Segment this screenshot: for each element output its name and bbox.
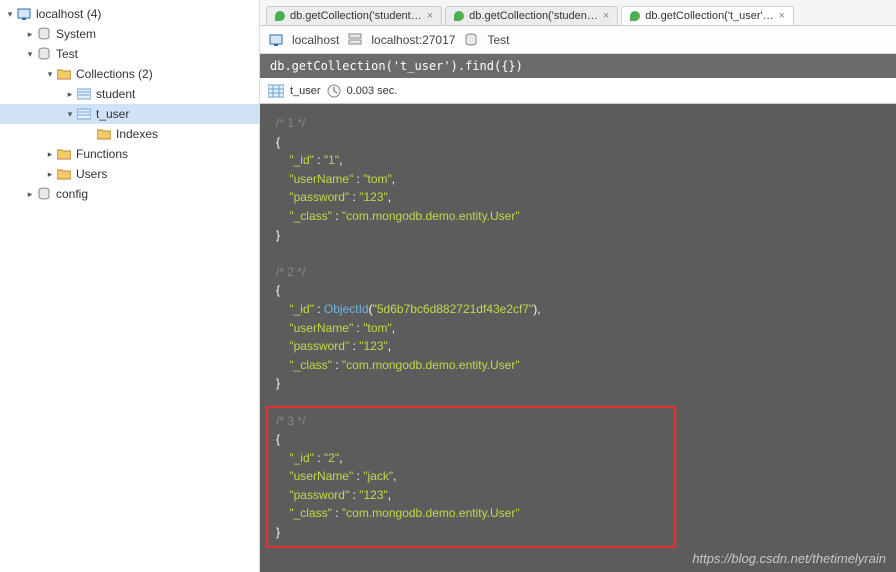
tree-label: student [96,87,135,101]
connection-tree: ▾ localhost (4) ▸ System ▾ Test ▾ Collec… [0,0,260,572]
collection-icon [76,106,92,122]
close-icon[interactable]: × [603,10,609,22]
watermark: https://blog.csdn.net/thetimelyrain [692,551,886,566]
blank-line [260,393,896,412]
brace-close: } [260,523,896,542]
doc-field: "_class" : "com.mongodb.demo.entity.User… [260,207,896,226]
doc-field: "userName" : "tom", [260,319,896,338]
doc-comment: /* 3 */ [260,412,896,431]
doc-comment: /* 1 */ [260,114,896,133]
crumb-db[interactable]: Test [487,33,509,47]
tab-query-1[interactable]: db.getCollection('student… × [266,6,442,25]
host-icon [268,32,284,48]
doc-field: "userName" : "jack", [260,467,896,486]
database-icon [36,46,52,62]
tree-node-t-user[interactable]: ▾ t_user [0,104,259,124]
leaf-icon [454,11,464,21]
tab-label: db.getCollection('student… [290,10,422,22]
tree-node-collections[interactable]: ▾ Collections (2) [0,64,259,84]
result-statusbar: t_user 0.003 sec. [260,78,896,104]
folder-icon [56,146,72,162]
brace-close: } [260,374,896,393]
tree-label: t_user [96,107,129,121]
tree-node-system[interactable]: ▸ System [0,24,259,44]
doc-field: "_class" : "com.mongodb.demo.entity.User… [260,356,896,375]
tab-query-2[interactable]: db.getCollection('studen… × [445,6,618,25]
editor-tabs: db.getCollection('student… × db.getColle… [260,0,896,26]
tree-node-host[interactable]: ▾ localhost (4) [0,4,259,24]
tree-node-test[interactable]: ▾ Test [0,44,259,64]
tree-label: System [56,27,96,41]
folder-icon [56,66,72,82]
close-icon[interactable]: × [427,10,433,22]
brace-close: } [260,226,896,245]
server-icon [347,32,363,48]
tree-label: Indexes [116,127,158,141]
crumb-hostport[interactable]: localhost:27017 [371,33,455,47]
tree-label: config [56,187,88,201]
tree-label: localhost (4) [36,7,101,21]
tab-label: db.getCollection('studen… [469,10,598,22]
tab-query-3[interactable]: db.getCollection('t_user'… × [621,6,794,25]
crumb-host[interactable]: localhost [292,33,339,47]
folder-icon [96,126,112,142]
doc-comment: /* 2 */ [260,263,896,282]
query-input[interactable]: db.getCollection('t_user').find({}) [260,54,896,78]
tree-node-users[interactable]: ▸ Users [0,164,259,184]
database-icon [463,32,479,48]
doc-field: "_id" : ObjectId("5d6b7bc6d882721df43e2c… [260,300,896,319]
database-icon [36,26,52,42]
tree-node-config[interactable]: ▸ config [0,184,259,204]
brace-open: { [260,430,896,449]
doc-field: "_id" : "2", [260,449,896,468]
tree-node-student[interactable]: ▸ student [0,84,259,104]
table-icon [268,84,284,98]
blank-line [260,244,896,263]
leaf-icon [275,11,285,21]
result-collection: t_user [290,85,321,97]
database-icon [36,186,52,202]
main-pane: db.getCollection('student… × db.getColle… [260,0,896,572]
doc-field: "userName" : "tom", [260,170,896,189]
tree-label: Test [56,47,78,61]
tree-node-indexes[interactable]: ▸ Indexes [0,124,259,144]
tree-node-functions[interactable]: ▸ Functions [0,144,259,164]
doc-field: "password" : "123", [260,486,896,505]
collection-icon [76,86,92,102]
folder-icon [56,166,72,182]
result-time: 0.003 sec. [347,85,398,97]
result-viewer[interactable]: /* 1 */{ "_id" : "1", "userName" : "tom"… [260,104,896,572]
tab-label: db.getCollection('t_user'… [645,10,773,22]
tree-label: Users [76,167,107,181]
host-icon [16,6,32,22]
doc-field: "_id" : "1", [260,151,896,170]
doc-field: "_class" : "com.mongodb.demo.entity.User… [260,504,896,523]
leaf-icon [630,11,640,21]
tree-label: Functions [76,147,128,161]
tree-label: Collections (2) [76,67,153,81]
doc-field: "password" : "123", [260,337,896,356]
clock-icon [327,84,341,98]
close-icon[interactable]: × [779,10,785,22]
doc-field: "password" : "123", [260,188,896,207]
brace-open: { [260,133,896,152]
breadcrumb: localhost localhost:27017 Test [260,26,896,54]
brace-open: { [260,281,896,300]
